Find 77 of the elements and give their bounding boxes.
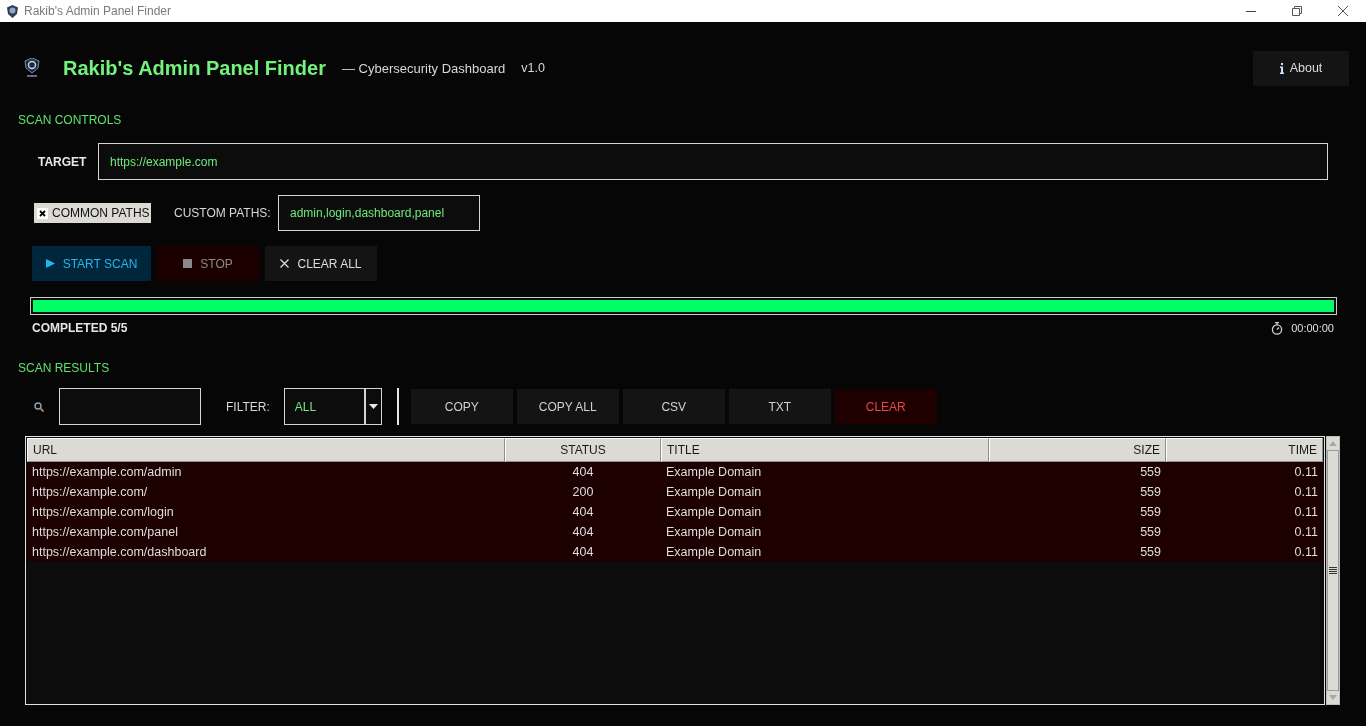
- table-cell-text: 0.11: [1293, 464, 1319, 481]
- clear-button[interactable]: CLEAR ALL: [265, 246, 377, 281]
- table-cell-text: 559: [1139, 524, 1162, 541]
- app-title: Rakib's Admin Panel Finder: [63, 56, 326, 80]
- export-button[interactable]: CSV: [622, 389, 725, 424]
- filter-dropdown[interactable]: ALL: [283, 388, 382, 425]
- target-field[interactable]: https://example.com: [98, 143, 1328, 180]
- table-cell-text: 559: [1139, 504, 1162, 521]
- table-cell-text: 559: [1139, 544, 1162, 561]
- app-icon: [7, 4, 18, 18]
- table-cell-text: Example Domain: [665, 484, 763, 501]
- about-button[interactable]: About: [1253, 50, 1349, 86]
- table-cell-text: Example Domain: [665, 524, 763, 541]
- table-cell-text: https://example.com/login: [31, 504, 175, 521]
- table-cell-text: Example Domain: [665, 464, 763, 481]
- table-cell-text: 404: [571, 504, 595, 521]
- app-subtitle: — Cybersecurity Dashboard: [341, 60, 506, 76]
- custom-paths-field[interactable]: admin,login,dashboard,panel: [278, 195, 480, 231]
- custom-paths-label: CUSTOM PATHS:: [174, 206, 272, 220]
- restore-icon: [1292, 6, 1302, 16]
- column-header[interactable]: URL: [27, 438, 505, 462]
- table-cell-text: 0.11: [1293, 524, 1319, 541]
- table-cell-text: https://example.com/panel: [31, 524, 179, 541]
- stop-button[interactable]: STOP: [157, 246, 259, 281]
- section-heading: SCAN RESULTS: [18, 361, 110, 375]
- export-button[interactable]: COPY ALL: [516, 389, 619, 424]
- table-cell-text: Example Domain: [665, 504, 763, 521]
- table-cell-text: Example Domain: [665, 544, 763, 561]
- down-arrow-icon: [1329, 695, 1337, 700]
- cross-icon: [280, 259, 290, 268]
- table-cell-text: https://example.com/dashboard: [31, 544, 208, 561]
- close-icon: [1338, 6, 1348, 16]
- window-title: Rakib's Admin Panel Finder: [24, 4, 172, 18]
- square-icon: [183, 259, 193, 268]
- table-row[interactable]: https://example.com/dashboard 404 Example Domain 559 0.11: [27, 542, 1323, 562]
- export-button[interactable]: TXT: [728, 389, 831, 424]
- version-label: v1.0: [521, 61, 545, 75]
- target-label: TARGET: [38, 154, 88, 169]
- table-cell-text: 404: [571, 544, 595, 561]
- table-cell-text: 0.11: [1293, 544, 1319, 561]
- logo-icon: [24, 58, 40, 78]
- table-row[interactable]: https://example.com/panel 404 Example Domain 559 0.11: [27, 522, 1323, 542]
- export-button[interactable]: COPY: [410, 389, 513, 424]
- column-header[interactable]: SIZE: [989, 438, 1166, 462]
- table-cell-text: 200: [571, 484, 595, 501]
- search-field[interactable]: [59, 388, 201, 425]
- column-header[interactable]: TIME: [1166, 438, 1323, 462]
- table-cell-text: 404: [571, 524, 595, 541]
- table-cell-text: https://example.com/admin: [31, 464, 183, 481]
- table-row[interactable]: https://example.com/admin 404 Example Domain 559 0.11: [27, 462, 1323, 482]
- table-cell-text: https://example.com/: [31, 484, 149, 501]
- search-icon: [34, 401, 44, 412]
- table-cell-text: 404: [571, 464, 595, 481]
- grip-icon: [1329, 567, 1337, 574]
- table-cell-text: 559: [1139, 484, 1162, 501]
- clear-button[interactable]: CLEAR: [834, 389, 937, 424]
- up-arrow-icon: [1329, 441, 1337, 446]
- scrollbar[interactable]: [1326, 436, 1340, 705]
- table-cell-text: 0.11: [1293, 484, 1319, 501]
- scan-status: COMPLETED 5/5: [32, 321, 128, 335]
- play-icon: [45, 259, 55, 268]
- table-cell-text: 559: [1139, 464, 1162, 481]
- stopwatch-icon: [1271, 321, 1284, 335]
- caret-icon: [368, 404, 378, 409]
- minimize-icon: [1246, 10, 1256, 12]
- table-cell-text: 0.11: [1293, 504, 1319, 521]
- table-row[interactable]: https://example.com/ 200 Example Domain 559 0.11: [27, 482, 1323, 502]
- table-row[interactable]: https://example.com/login 404 Example Domain 559 0.11: [27, 502, 1323, 522]
- common-paths-checkbox[interactable]: COMMON PATHS: [34, 203, 151, 223]
- section-heading: SCAN CONTROLS: [18, 113, 122, 127]
- info-icon: [1279, 62, 1284, 74]
- filter-label: FILTER:: [226, 399, 270, 414]
- scrollbar-thumb[interactable]: [1327, 450, 1339, 691]
- elapsed-time: 00:00:00: [1291, 322, 1334, 334]
- column-header[interactable]: TITLE: [661, 438, 989, 462]
- column-header[interactable]: STATUS: [505, 438, 661, 462]
- start-button[interactable]: START SCAN: [32, 246, 151, 281]
